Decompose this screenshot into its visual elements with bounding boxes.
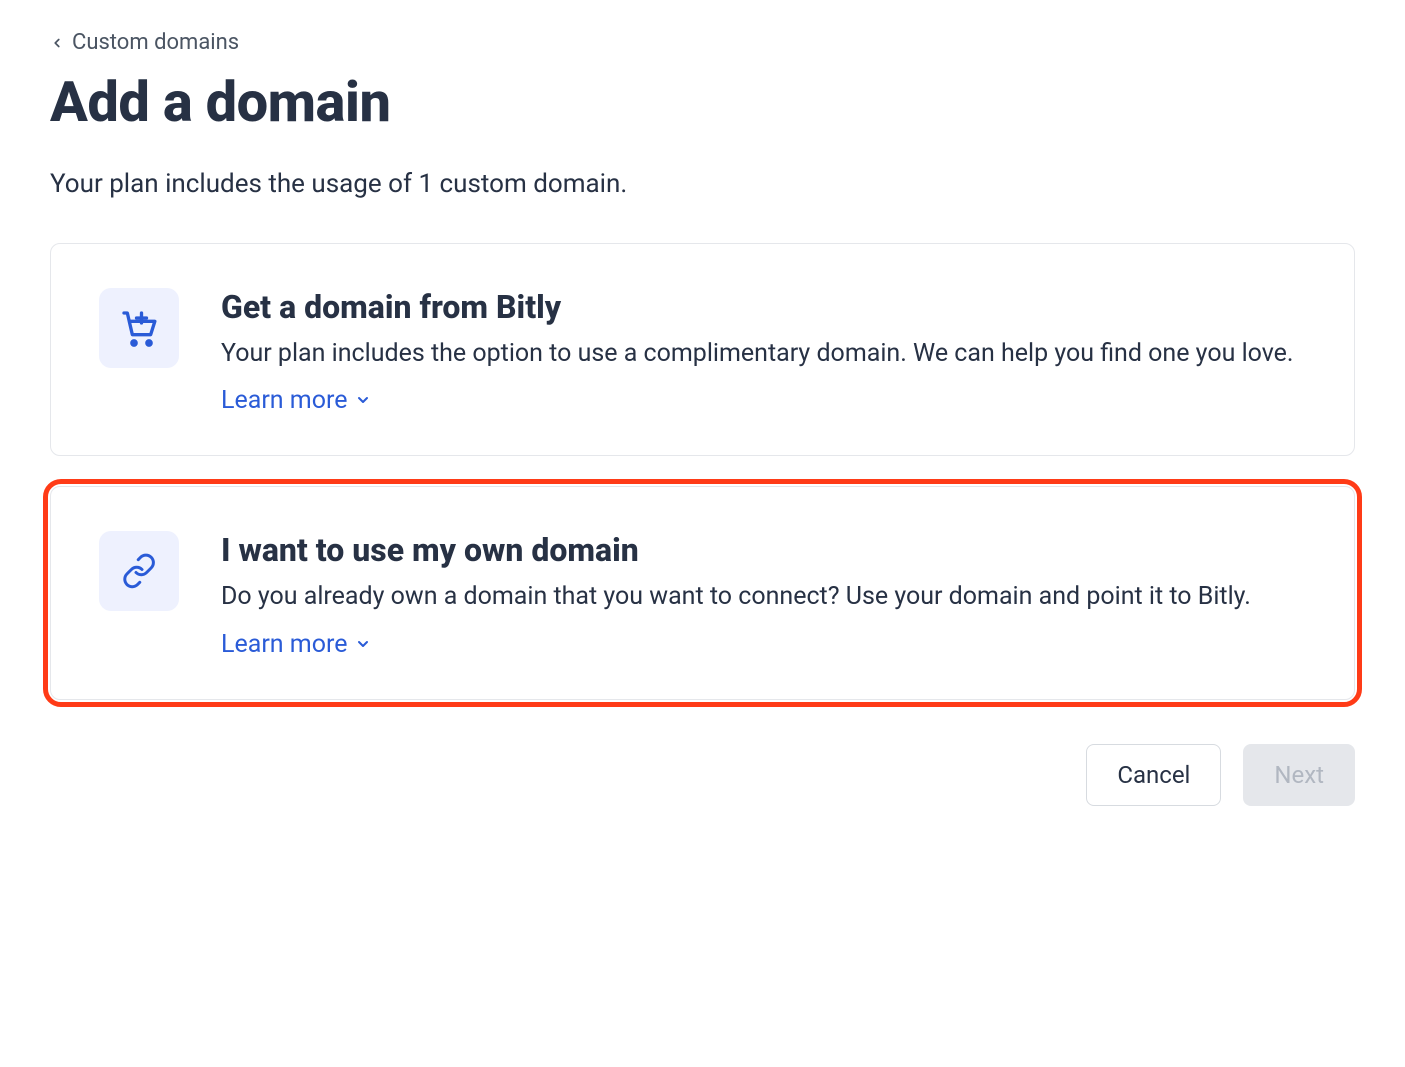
learn-more-link[interactable]: Learn more bbox=[221, 630, 371, 659]
chevron-left-icon bbox=[50, 33, 64, 53]
option-card-own-domain[interactable]: I want to use my own domain Do you alrea… bbox=[50, 486, 1355, 699]
link-icon bbox=[99, 531, 179, 611]
option-description: Your plan includes the option to use a c… bbox=[221, 336, 1306, 372]
option-card-bitly-domain[interactable]: Get a domain from Bitly Your plan includ… bbox=[50, 243, 1355, 456]
learn-more-label: Learn more bbox=[221, 630, 347, 659]
option-title: Get a domain from Bitly bbox=[221, 288, 1306, 326]
option-title: I want to use my own domain bbox=[221, 531, 1306, 569]
learn-more-label: Learn more bbox=[221, 386, 347, 415]
page-title: Add a domain bbox=[50, 69, 1355, 135]
next-button[interactable]: Next bbox=[1243, 744, 1355, 806]
footer-actions: Cancel Next bbox=[50, 744, 1355, 806]
shopping-cart-plus-icon bbox=[99, 288, 179, 368]
chevron-down-icon bbox=[355, 386, 371, 415]
breadcrumb-back[interactable]: Custom domains bbox=[50, 30, 239, 55]
breadcrumb-label: Custom domains bbox=[72, 30, 239, 55]
page-subtitle: Your plan includes the usage of 1 custom… bbox=[50, 169, 1355, 199]
chevron-down-icon bbox=[355, 630, 371, 659]
cancel-button[interactable]: Cancel bbox=[1086, 744, 1221, 806]
learn-more-link[interactable]: Learn more bbox=[221, 386, 371, 415]
option-description: Do you already own a domain that you wan… bbox=[221, 579, 1306, 615]
